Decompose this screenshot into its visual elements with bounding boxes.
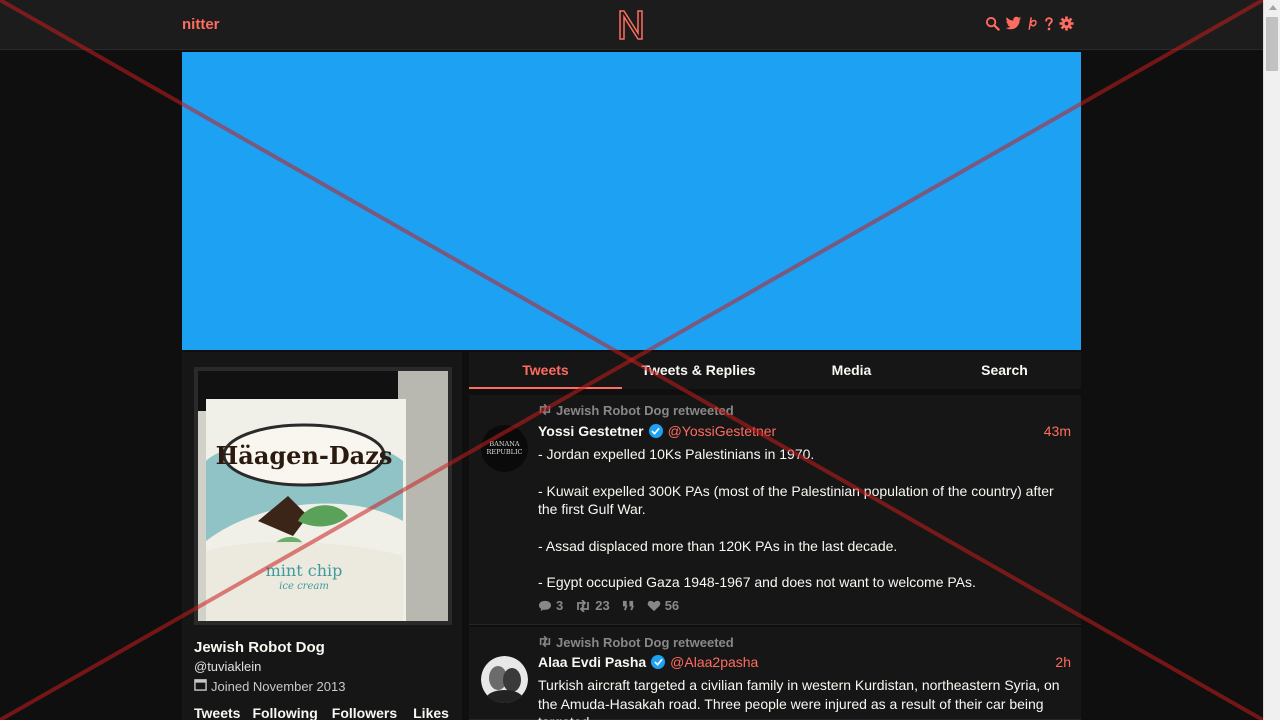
tweet-paragraph: - Assad displaced more than 120K PAs in … [538, 537, 898, 554]
joined-text: Joined November 2013 [211, 678, 346, 694]
tweet-paragraph: - Jordan expelled 10Ks Palestinians in 1… [538, 446, 815, 462]
timeline: Tweets Tweets & Replies Media Search Jew… [469, 352, 1081, 720]
help-icon[interactable] [1044, 16, 1054, 31]
search-icon[interactable] [985, 16, 1000, 31]
tweet-date[interactable]: 43m [1044, 423, 1071, 439]
tweet-handle[interactable]: @YossiGestetner [668, 423, 777, 439]
avatar-sub-text: ice cream [279, 581, 329, 592]
heart-icon [647, 600, 660, 611]
tweet-item[interactable]: Jewish Robot Dog retweeted BANANA REPUBL… [469, 395, 1081, 625]
verified-icon [648, 424, 663, 438]
profile-username[interactable]: @tuviaklein [194, 659, 261, 674]
tweet-handle[interactable]: @Alaa2pasha [670, 654, 758, 670]
profile-joined: Joined November 2013 [194, 678, 345, 694]
brand-link[interactable]: nitter [182, 16, 220, 33]
avatar-brand-text: Häagen-Dazs [216, 441, 393, 470]
tweet-fullname[interactable]: Alaa Evdi Pasha [538, 654, 646, 670]
tweet-avatar[interactable]: BANANA REPUBLIC [481, 425, 528, 472]
likes-count: 56 [664, 598, 680, 613]
tweet-header: Yossi Gestetner @YossiGestetner [538, 423, 776, 439]
profile-stats: Tweets Following Followers Likes [194, 705, 449, 720]
tweet-stats: 3 23 56 [538, 598, 679, 613]
tweet-item[interactable]: Jewish Robot Dog retweeted Alaa Evdi Pas… [469, 627, 1081, 720]
nav-icons [985, 16, 1074, 31]
calendar-icon [194, 678, 207, 694]
tab-search[interactable]: Search [928, 352, 1081, 389]
profile-avatar[interactable]: Häagen-Dazs mint chip ice cream [194, 367, 452, 625]
settings-icon[interactable] [1059, 16, 1074, 31]
stat-following[interactable]: Following [252, 705, 317, 720]
retweet-header: Jewish Robot Dog retweeted [538, 403, 734, 418]
verified-icon [651, 655, 666, 669]
svg-text:BANANA: BANANA [489, 440, 520, 448]
retweet-label: Jewish Robot Dog retweeted [556, 403, 734, 418]
timeline-tabs: Tweets Tweets & Replies Media Search [469, 352, 1081, 389]
navbar: nitter [0, 0, 1263, 50]
rss-icon[interactable] [1027, 16, 1039, 31]
stat-likes[interactable]: Likes [413, 705, 449, 720]
retweet-header: Jewish Robot Dog retweeted [538, 635, 734, 650]
retweets-count: 23 [595, 598, 610, 613]
scroll-up-arrow[interactable] [1269, 5, 1277, 10]
tweet-paragraph: - Egypt occupied Gaza 1948-1967 and does… [538, 574, 976, 590]
scrollbar-thumb[interactable] [1266, 17, 1278, 71]
scrollbar[interactable] [1263, 0, 1280, 720]
tweet-body: - Jordan expelled 10Ks Palestinians in 1… [538, 445, 1068, 610]
tweet-fullname[interactable]: Yossi Gestetner [538, 423, 644, 439]
tweet-date[interactable]: 2h [1055, 654, 1071, 670]
tab-media[interactable]: Media [775, 352, 928, 389]
tweet-paragraph: Turkish aircraft targeted a civilian fam… [538, 677, 1060, 720]
tweet-header: Alaa Evdi Pasha @Alaa2pasha [538, 654, 758, 670]
stat-tweets[interactable]: Tweets [194, 705, 240, 720]
profile-banner[interactable] [182, 52, 1081, 350]
svg-text:REPUBLIC: REPUBLIC [486, 448, 522, 456]
retweet-label: Jewish Robot Dog retweeted [556, 635, 734, 650]
tweet-avatar[interactable] [481, 656, 528, 703]
nitter-logo-icon[interactable] [617, 9, 645, 41]
retweet-count-icon [577, 599, 590, 612]
tweet-body: Turkish aircraft targeted a civilian fam… [538, 676, 1068, 720]
profile-card: Häagen-Dazs mint chip ice cream Jewish R… [182, 352, 462, 720]
retweet-icon [538, 635, 552, 650]
tab-tweets-replies[interactable]: Tweets & Replies [622, 352, 775, 389]
tweet-likes[interactable]: 56 [647, 598, 679, 613]
stat-followers[interactable]: Followers [332, 705, 397, 720]
tweet-paragraph: - Kuwait expelled 300K PAs (most of the … [538, 482, 1054, 518]
retweet-icon [538, 403, 552, 418]
profile-fullname[interactable]: Jewish Robot Dog [194, 639, 325, 656]
tab-tweets[interactable]: Tweets [469, 352, 622, 389]
avatar-flavor-text: mint chip [266, 561, 343, 580]
tweet-quotes[interactable] [622, 600, 635, 611]
tweet-replies[interactable]: 3 [538, 598, 563, 613]
replies-count: 3 [556, 598, 564, 613]
comment-icon [539, 600, 551, 611]
tweet-retweets[interactable]: 23 [575, 598, 610, 613]
quote-icon [622, 600, 634, 611]
twitter-icon[interactable] [1005, 16, 1022, 31]
